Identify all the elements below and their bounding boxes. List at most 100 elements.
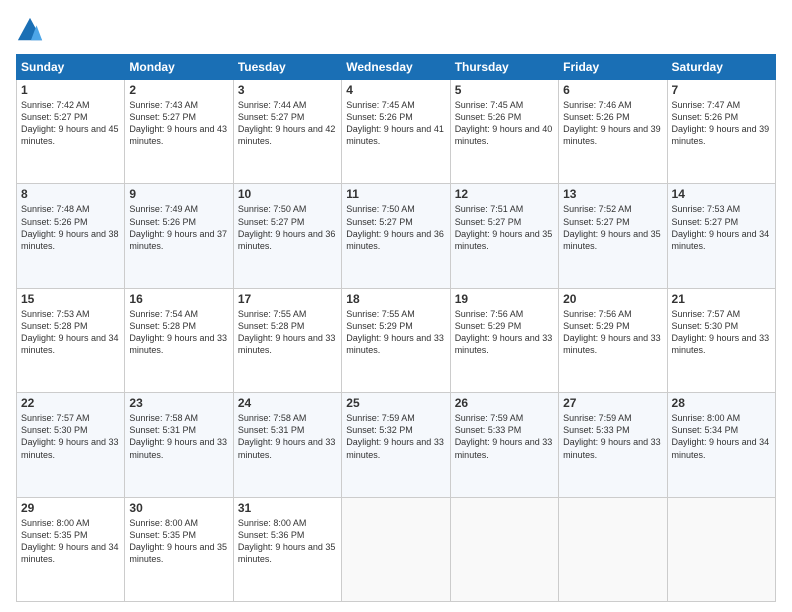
day-number: 26 — [455, 396, 554, 410]
calendar-cell — [667, 497, 775, 601]
day-number: 20 — [563, 292, 662, 306]
day-number: 10 — [238, 187, 337, 201]
cell-info: Sunrise: 7:53 AMSunset: 5:28 PMDaylight:… — [21, 309, 119, 355]
weekday-header-monday: Monday — [125, 55, 233, 80]
cell-info: Sunrise: 7:58 AMSunset: 5:31 PMDaylight:… — [129, 413, 227, 459]
calendar-cell: 3 Sunrise: 7:44 AMSunset: 5:27 PMDayligh… — [233, 80, 341, 184]
day-number: 8 — [21, 187, 120, 201]
day-number: 23 — [129, 396, 228, 410]
calendar-cell: 1 Sunrise: 7:42 AMSunset: 5:27 PMDayligh… — [17, 80, 125, 184]
calendar-cell: 28 Sunrise: 8:00 AMSunset: 5:34 PMDaylig… — [667, 393, 775, 497]
calendar-cell: 20 Sunrise: 7:56 AMSunset: 5:29 PMDaylig… — [559, 288, 667, 392]
cell-info: Sunrise: 7:59 AMSunset: 5:33 PMDaylight:… — [563, 413, 661, 459]
day-number: 21 — [672, 292, 771, 306]
cell-info: Sunrise: 7:46 AMSunset: 5:26 PMDaylight:… — [563, 100, 661, 146]
day-number: 27 — [563, 396, 662, 410]
cell-info: Sunrise: 7:43 AMSunset: 5:27 PMDaylight:… — [129, 100, 227, 146]
day-number: 16 — [129, 292, 228, 306]
weekday-header-thursday: Thursday — [450, 55, 558, 80]
week-row-1: 1 Sunrise: 7:42 AMSunset: 5:27 PMDayligh… — [17, 80, 776, 184]
cell-info: Sunrise: 7:55 AMSunset: 5:29 PMDaylight:… — [346, 309, 444, 355]
day-number: 4 — [346, 83, 445, 97]
calendar-cell: 4 Sunrise: 7:45 AMSunset: 5:26 PMDayligh… — [342, 80, 450, 184]
cell-info: Sunrise: 7:48 AMSunset: 5:26 PMDaylight:… — [21, 204, 119, 250]
weekday-header-wednesday: Wednesday — [342, 55, 450, 80]
day-number: 14 — [672, 187, 771, 201]
day-number: 12 — [455, 187, 554, 201]
cell-info: Sunrise: 7:59 AMSunset: 5:33 PMDaylight:… — [455, 413, 553, 459]
calendar-page: SundayMondayTuesdayWednesdayThursdayFrid… — [0, 0, 792, 612]
cell-info: Sunrise: 7:58 AMSunset: 5:31 PMDaylight:… — [238, 413, 336, 459]
week-row-4: 22 Sunrise: 7:57 AMSunset: 5:30 PMDaylig… — [17, 393, 776, 497]
cell-info: Sunrise: 8:00 AMSunset: 5:34 PMDaylight:… — [672, 413, 770, 459]
calendar-cell: 31 Sunrise: 8:00 AMSunset: 5:36 PMDaylig… — [233, 497, 341, 601]
calendar-cell: 18 Sunrise: 7:55 AMSunset: 5:29 PMDaylig… — [342, 288, 450, 392]
day-number: 28 — [672, 396, 771, 410]
calendar-cell: 13 Sunrise: 7:52 AMSunset: 5:27 PMDaylig… — [559, 184, 667, 288]
day-number: 6 — [563, 83, 662, 97]
cell-info: Sunrise: 7:54 AMSunset: 5:28 PMDaylight:… — [129, 309, 227, 355]
calendar-cell — [342, 497, 450, 601]
cell-info: Sunrise: 7:45 AMSunset: 5:26 PMDaylight:… — [455, 100, 553, 146]
cell-info: Sunrise: 7:47 AMSunset: 5:26 PMDaylight:… — [672, 100, 770, 146]
calendar-cell — [559, 497, 667, 601]
cell-info: Sunrise: 7:55 AMSunset: 5:28 PMDaylight:… — [238, 309, 336, 355]
cell-info: Sunrise: 7:49 AMSunset: 5:26 PMDaylight:… — [129, 204, 227, 250]
calendar-cell: 15 Sunrise: 7:53 AMSunset: 5:28 PMDaylig… — [17, 288, 125, 392]
weekday-header-row: SundayMondayTuesdayWednesdayThursdayFrid… — [17, 55, 776, 80]
day-number: 22 — [21, 396, 120, 410]
calendar-cell: 12 Sunrise: 7:51 AMSunset: 5:27 PMDaylig… — [450, 184, 558, 288]
cell-info: Sunrise: 7:59 AMSunset: 5:32 PMDaylight:… — [346, 413, 444, 459]
cell-info: Sunrise: 7:50 AMSunset: 5:27 PMDaylight:… — [346, 204, 444, 250]
day-number: 17 — [238, 292, 337, 306]
day-number: 1 — [21, 83, 120, 97]
day-number: 31 — [238, 501, 337, 515]
day-number: 9 — [129, 187, 228, 201]
calendar-cell: 16 Sunrise: 7:54 AMSunset: 5:28 PMDaylig… — [125, 288, 233, 392]
calendar-table: SundayMondayTuesdayWednesdayThursdayFrid… — [16, 54, 776, 602]
day-number: 18 — [346, 292, 445, 306]
calendar-cell: 24 Sunrise: 7:58 AMSunset: 5:31 PMDaylig… — [233, 393, 341, 497]
cell-info: Sunrise: 8:00 AMSunset: 5:35 PMDaylight:… — [21, 518, 119, 564]
calendar-cell: 11 Sunrise: 7:50 AMSunset: 5:27 PMDaylig… — [342, 184, 450, 288]
day-number: 13 — [563, 187, 662, 201]
logo-icon — [16, 16, 44, 44]
weekday-header-friday: Friday — [559, 55, 667, 80]
calendar-cell: 9 Sunrise: 7:49 AMSunset: 5:26 PMDayligh… — [125, 184, 233, 288]
weekday-header-saturday: Saturday — [667, 55, 775, 80]
cell-info: Sunrise: 8:00 AMSunset: 5:35 PMDaylight:… — [129, 518, 227, 564]
cell-info: Sunrise: 7:44 AMSunset: 5:27 PMDaylight:… — [238, 100, 336, 146]
calendar-cell: 17 Sunrise: 7:55 AMSunset: 5:28 PMDaylig… — [233, 288, 341, 392]
day-number: 15 — [21, 292, 120, 306]
calendar-cell: 26 Sunrise: 7:59 AMSunset: 5:33 PMDaylig… — [450, 393, 558, 497]
header — [16, 16, 776, 44]
cell-info: Sunrise: 8:00 AMSunset: 5:36 PMDaylight:… — [238, 518, 336, 564]
calendar-cell: 23 Sunrise: 7:58 AMSunset: 5:31 PMDaylig… — [125, 393, 233, 497]
calendar-cell: 10 Sunrise: 7:50 AMSunset: 5:27 PMDaylig… — [233, 184, 341, 288]
calendar-cell: 14 Sunrise: 7:53 AMSunset: 5:27 PMDaylig… — [667, 184, 775, 288]
day-number: 11 — [346, 187, 445, 201]
day-number: 3 — [238, 83, 337, 97]
calendar-cell: 25 Sunrise: 7:59 AMSunset: 5:32 PMDaylig… — [342, 393, 450, 497]
week-row-2: 8 Sunrise: 7:48 AMSunset: 5:26 PMDayligh… — [17, 184, 776, 288]
cell-info: Sunrise: 7:57 AMSunset: 5:30 PMDaylight:… — [21, 413, 119, 459]
calendar-cell: 30 Sunrise: 8:00 AMSunset: 5:35 PMDaylig… — [125, 497, 233, 601]
day-number: 30 — [129, 501, 228, 515]
week-row-3: 15 Sunrise: 7:53 AMSunset: 5:28 PMDaylig… — [17, 288, 776, 392]
calendar-cell: 27 Sunrise: 7:59 AMSunset: 5:33 PMDaylig… — [559, 393, 667, 497]
cell-info: Sunrise: 7:51 AMSunset: 5:27 PMDaylight:… — [455, 204, 553, 250]
cell-info: Sunrise: 7:53 AMSunset: 5:27 PMDaylight:… — [672, 204, 770, 250]
calendar-cell: 2 Sunrise: 7:43 AMSunset: 5:27 PMDayligh… — [125, 80, 233, 184]
logo — [16, 16, 48, 44]
day-number: 7 — [672, 83, 771, 97]
calendar-cell: 19 Sunrise: 7:56 AMSunset: 5:29 PMDaylig… — [450, 288, 558, 392]
cell-info: Sunrise: 7:52 AMSunset: 5:27 PMDaylight:… — [563, 204, 661, 250]
day-number: 5 — [455, 83, 554, 97]
day-number: 2 — [129, 83, 228, 97]
weekday-header-sunday: Sunday — [17, 55, 125, 80]
week-row-5: 29 Sunrise: 8:00 AMSunset: 5:35 PMDaylig… — [17, 497, 776, 601]
calendar-cell: 6 Sunrise: 7:46 AMSunset: 5:26 PMDayligh… — [559, 80, 667, 184]
cell-info: Sunrise: 7:56 AMSunset: 5:29 PMDaylight:… — [455, 309, 553, 355]
cell-info: Sunrise: 7:50 AMSunset: 5:27 PMDaylight:… — [238, 204, 336, 250]
day-number: 19 — [455, 292, 554, 306]
